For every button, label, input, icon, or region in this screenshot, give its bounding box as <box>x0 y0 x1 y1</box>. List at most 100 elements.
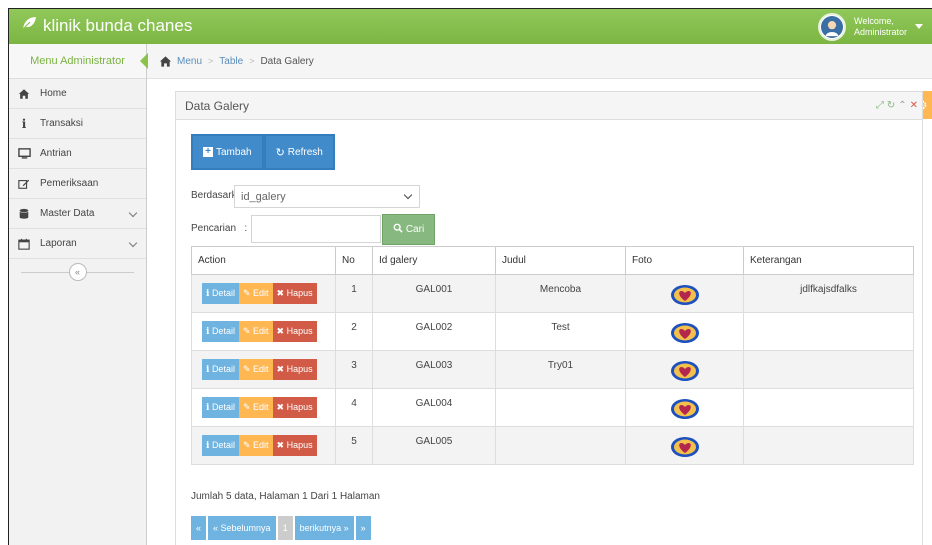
pagination: « « Sebelumnya 1 berikutnya » » <box>191 516 371 540</box>
edit-button[interactable]: ✎ Edit <box>238 435 273 456</box>
search-input[interactable] <box>251 215 381 243</box>
filter-by-select[interactable]: id_galery <box>234 185 420 208</box>
detail-label: Detail <box>211 288 235 298</box>
detail-button[interactable]: i Detail <box>202 321 239 342</box>
photo-thumbnail[interactable] <box>670 284 700 309</box>
col-header-action: Action <box>191 246 336 275</box>
sidebar-item-antrian[interactable]: Antrian <box>9 139 146 169</box>
delete-button[interactable]: ✖ Hapus <box>272 321 317 342</box>
photo-thumbnail[interactable] <box>670 398 700 423</box>
cell-judul: Try01 <box>495 350 626 389</box>
edit-button[interactable]: ✎ Edit <box>238 397 273 418</box>
cell-foto <box>625 388 744 427</box>
times-icon: ✖ <box>276 440 285 450</box>
expand-icon[interactable]: ⤢ <box>876 100 884 111</box>
delete-button[interactable]: ✖ Hapus <box>272 397 317 418</box>
col-header-id: Id galery <box>372 246 496 275</box>
page-current[interactable]: 1 <box>277 516 293 540</box>
detail-label: Detail <box>211 402 235 412</box>
sidebar-item-master-data[interactable]: Master Data <box>9 199 146 229</box>
home-icon <box>159 55 172 68</box>
delete-label: Hapus <box>286 288 313 298</box>
cell-no: 1 <box>335 274 373 313</box>
calendar-icon <box>17 237 31 251</box>
add-button-label: Tambah <box>216 146 252 158</box>
delete-label: Hapus <box>286 326 313 336</box>
plus-square-icon: + <box>203 147 213 157</box>
row-actions: i Detail ✎ Edit ✖ Hapus <box>191 274 336 313</box>
refresh-icon: ↻ <box>275 146 285 159</box>
cell-foto <box>625 350 744 389</box>
cell-keterangan <box>743 312 914 351</box>
cell-foto <box>625 274 744 313</box>
photo-thumbnail[interactable] <box>670 322 700 347</box>
detail-button[interactable]: i Detail <box>202 397 239 418</box>
chevron-down-icon <box>128 238 138 248</box>
delete-button[interactable]: ✖ Hapus <box>272 435 317 456</box>
sidebar-item-pemeriksaan[interactable]: Pemeriksaan <box>9 169 146 199</box>
detail-button[interactable]: i Detail <box>202 359 239 380</box>
edit-button[interactable]: ✎ Edit <box>238 321 273 342</box>
delete-label: Hapus <box>286 402 313 412</box>
user-menu[interactable]: Welcome, Administrator <box>817 9 932 44</box>
photo-thumbnail[interactable] <box>670 360 700 385</box>
row-actions: i Detail ✎ Edit ✖ Hapus <box>191 388 336 427</box>
breadcrumb-separator: > <box>249 56 255 66</box>
caret-down-icon[interactable] <box>915 24 923 29</box>
row-actions: i Detail ✎ Edit ✖ Hapus <box>191 312 336 351</box>
table-row: i Detail ✎ Edit ✖ Hapus 1 GAL001 Mencoba jdlfk… <box>191 274 914 313</box>
sidebar-item-home[interactable]: Home <box>9 79 146 109</box>
edit-icon: ✎ <box>242 402 251 412</box>
photo-thumbnail[interactable] <box>670 436 700 461</box>
search-icon <box>393 223 403 236</box>
detail-label: Detail <box>211 440 235 450</box>
search-button-label: Cari <box>405 224 425 235</box>
cell-keterangan <box>743 426 914 465</box>
col-header-no: No <box>335 246 373 275</box>
detail-button[interactable]: i Detail <box>202 283 239 304</box>
database-icon <box>17 207 31 221</box>
cell-judul: Test <box>495 312 626 351</box>
detail-label: Detail <box>211 326 235 336</box>
sidebar-collapse-row: « <box>9 259 146 285</box>
sidebar-item-label: Laporan <box>40 238 77 249</box>
refresh-button[interactable]: ↻ Refresh <box>263 134 335 170</box>
chevron-up-icon[interactable]: ⌃ <box>898 100 906 111</box>
search-button[interactable]: Cari <box>382 214 435 245</box>
col-header-foto: Foto <box>625 246 744 275</box>
welcome-text: Welcome, <box>853 15 894 26</box>
info-icon: i <box>206 365 210 375</box>
page-prev-button[interactable]: « Sebelumnya <box>208 516 276 540</box>
info-icon: i <box>206 441 210 451</box>
times-icon: ✖ <box>276 364 285 374</box>
chevron-down-icon <box>128 208 138 218</box>
edit-label: Edit <box>253 440 269 450</box>
sidebar: Menu Administrator Home i Transaksi Antr… <box>9 44 147 545</box>
cell-foto <box>625 312 744 351</box>
cell-keterangan <box>743 388 914 427</box>
delete-button[interactable]: ✖ Hapus <box>272 283 317 304</box>
page-next-button[interactable]: berikutnya » <box>294 516 354 540</box>
page-first-button[interactable]: « <box>191 516 207 540</box>
edit-icon: ✎ <box>242 364 251 374</box>
table-header-row: Action No Id galery Judul Foto Keteranga… <box>191 246 914 275</box>
collapse-sidebar-button[interactable]: « <box>68 263 87 281</box>
edit-button[interactable]: ✎ Edit <box>238 283 273 304</box>
sidebar-item-transaksi[interactable]: i Transaksi <box>9 109 146 139</box>
edit-label: Edit <box>253 288 269 298</box>
page-last-button[interactable]: » <box>355 516 371 540</box>
delete-label: Hapus <box>286 440 313 450</box>
data-galery-panel: Data Galery ⤢ ↻ ⌃ ✕ + Tambah ↻ Refresh B… <box>175 91 923 545</box>
reload-icon[interactable]: ↻ <box>887 100 895 111</box>
edit-button[interactable]: ✎ Edit <box>238 359 273 380</box>
sidebar-item-laporan[interactable]: Laporan <box>9 229 146 259</box>
detail-button[interactable]: i Detail <box>202 435 239 456</box>
close-icon[interactable]: ✕ <box>910 100 918 111</box>
brand[interactable]: klinik bunda chanes <box>21 15 192 36</box>
add-button[interactable]: + Tambah <box>191 134 264 170</box>
breadcrumb-menu[interactable]: Menu <box>177 56 202 67</box>
delete-button[interactable]: ✖ Hapus <box>272 359 317 380</box>
pagination-info: Jumlah 5 data, Halaman 1 Dari 1 Halaman <box>191 491 380 502</box>
breadcrumb-table[interactable]: Table <box>219 56 243 67</box>
info-icon: i <box>206 403 210 413</box>
